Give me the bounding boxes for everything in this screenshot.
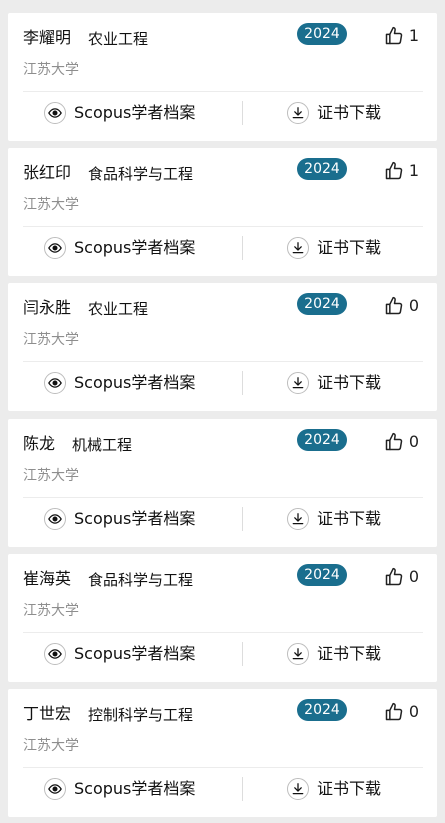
certificate-download-label: 证书下载 — [317, 509, 382, 528]
action-separator — [242, 371, 243, 395]
download-icon — [287, 778, 309, 800]
year-badge: 2024 — [297, 293, 347, 315]
divider — [23, 91, 423, 92]
divider — [23, 497, 423, 498]
scopus-profile-label: Scopus学者档案 — [74, 509, 196, 528]
scopus-profile-button[interactable]: Scopus学者档案 — [44, 370, 195, 396]
school-name: 江苏大学 — [23, 197, 79, 213]
year-badge: 2024 — [297, 429, 347, 451]
year-badge: 2024 — [297, 564, 347, 586]
like-button[interactable]: 1 — [384, 159, 419, 183]
scholar-card[interactable]: 李耀明 农业工程 2024 1 江苏大学 Scopus学者档案 证书下载 — [8, 13, 437, 141]
scholar-card[interactable]: 崔海英 食品科学与工程 2024 0 江苏大学 Scopus学者档案 证书下载 — [8, 554, 437, 682]
certificate-download-label: 证书下载 — [317, 644, 382, 663]
like-button[interactable]: 0 — [384, 430, 419, 454]
school-name: 江苏大学 — [23, 332, 79, 348]
certificate-download-label: 证书下载 — [317, 103, 382, 122]
action-separator — [242, 642, 243, 666]
certificate-download-label: 证书下载 — [317, 779, 382, 798]
eye-icon — [44, 102, 66, 124]
download-icon — [287, 372, 309, 394]
certificate-download-label: 证书下载 — [317, 238, 382, 257]
scholar-major: 食品科学与工程 — [88, 165, 194, 183]
year-badge: 2024 — [297, 158, 347, 180]
scopus-profile-label: Scopus学者档案 — [74, 644, 196, 663]
certificate-download-label: 证书下载 — [317, 373, 382, 392]
divider — [23, 632, 423, 633]
thumbs-up-icon — [384, 432, 404, 452]
like-button[interactable]: 0 — [384, 294, 419, 318]
scopus-profile-button[interactable]: Scopus学者档案 — [44, 641, 195, 667]
eye-icon — [44, 643, 66, 665]
certificate-download-button[interactable]: 证书下载 — [287, 506, 381, 532]
eye-icon — [44, 778, 66, 800]
divider — [23, 226, 423, 227]
download-icon — [287, 102, 309, 124]
scholar-major: 食品科学与工程 — [88, 571, 194, 589]
certificate-download-button[interactable]: 证书下载 — [287, 370, 381, 396]
thumbs-up-icon — [384, 702, 404, 722]
school-name: 江苏大学 — [23, 603, 79, 619]
download-icon — [287, 508, 309, 530]
scholar-name: 李耀明 — [23, 28, 72, 47]
scholar-name: 丁世宏 — [23, 704, 72, 723]
download-icon — [287, 237, 309, 259]
action-separator — [242, 507, 243, 531]
action-separator — [242, 777, 243, 801]
thumbs-up-icon — [384, 567, 404, 587]
like-count: 0 — [408, 567, 419, 586]
scopus-profile-label: Scopus学者档案 — [74, 779, 196, 798]
like-button[interactable]: 0 — [384, 565, 419, 589]
scholar-list: 李耀明 农业工程 2024 1 江苏大学 Scopus学者档案 证书下载 张红印… — [0, 0, 445, 823]
school-name: 江苏大学 — [23, 468, 79, 484]
divider — [23, 361, 423, 362]
scholar-major: 控制科学与工程 — [88, 706, 194, 724]
year-badge: 2024 — [297, 699, 347, 721]
like-count: 1 — [408, 26, 419, 45]
eye-icon — [44, 508, 66, 530]
scholar-name: 陈龙 — [23, 434, 56, 453]
like-button[interactable]: 1 — [384, 24, 419, 48]
scholar-major: 机械工程 — [72, 436, 133, 454]
scopus-profile-button[interactable]: Scopus学者档案 — [44, 506, 195, 532]
scopus-profile-button[interactable]: Scopus学者档案 — [44, 235, 195, 261]
like-count: 0 — [408, 702, 419, 721]
divider — [23, 767, 423, 768]
scopus-profile-button[interactable]: Scopus学者档案 — [44, 776, 195, 802]
year-badge: 2024 — [297, 23, 347, 45]
certificate-download-button[interactable]: 证书下载 — [287, 235, 381, 261]
scholar-card[interactable]: 丁世宏 控制科学与工程 2024 0 江苏大学 Scopus学者档案 证书下载 — [8, 689, 437, 817]
scholar-major: 农业工程 — [88, 300, 149, 318]
scholar-card[interactable]: 闫永胜 农业工程 2024 0 江苏大学 Scopus学者档案 证书下载 — [8, 283, 437, 411]
like-count: 0 — [408, 296, 419, 315]
scopus-profile-label: Scopus学者档案 — [74, 373, 196, 392]
thumbs-up-icon — [384, 296, 404, 316]
like-count: 1 — [408, 161, 419, 180]
scopus-profile-button[interactable]: Scopus学者档案 — [44, 100, 195, 126]
like-button[interactable]: 0 — [384, 700, 419, 724]
scholar-name: 崔海英 — [23, 569, 72, 588]
download-icon — [287, 643, 309, 665]
scholar-name: 闫永胜 — [23, 298, 72, 317]
thumbs-up-icon — [384, 161, 404, 181]
thumbs-up-icon — [384, 26, 404, 46]
like-count: 0 — [408, 432, 419, 451]
school-name: 江苏大学 — [23, 62, 79, 78]
scholar-card[interactable]: 陈龙 机械工程 2024 0 江苏大学 Scopus学者档案 证书下载 — [8, 419, 437, 547]
scholar-major: 农业工程 — [88, 30, 149, 48]
certificate-download-button[interactable]: 证书下载 — [287, 100, 381, 126]
action-separator — [242, 101, 243, 125]
scopus-profile-label: Scopus学者档案 — [74, 103, 196, 122]
scopus-profile-label: Scopus学者档案 — [74, 238, 196, 257]
eye-icon — [44, 237, 66, 259]
eye-icon — [44, 372, 66, 394]
scholar-name: 张红印 — [23, 163, 72, 182]
scholar-card[interactable]: 张红印 食品科学与工程 2024 1 江苏大学 Scopus学者档案 证书下载 — [8, 148, 437, 276]
school-name: 江苏大学 — [23, 738, 79, 754]
certificate-download-button[interactable]: 证书下载 — [287, 776, 381, 802]
certificate-download-button[interactable]: 证书下载 — [287, 641, 381, 667]
action-separator — [242, 236, 243, 260]
